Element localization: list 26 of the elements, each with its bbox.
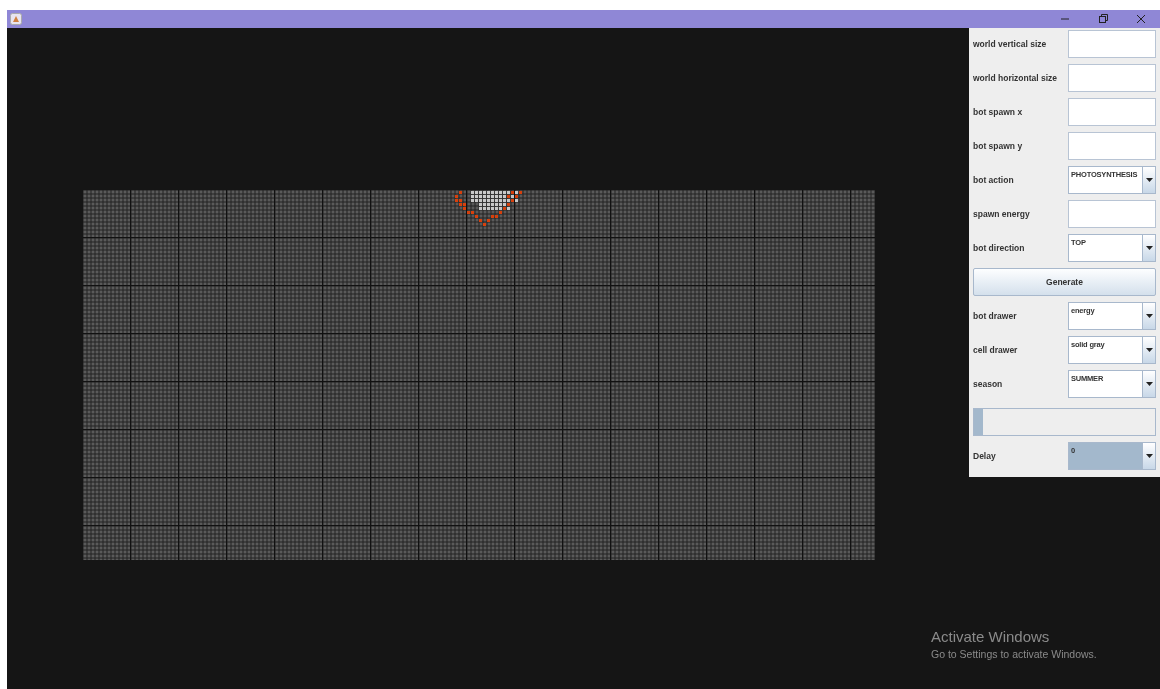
field-label: world vertical size (973, 39, 1047, 49)
caret-icon (1145, 314, 1153, 318)
caret-icon (1145, 178, 1153, 182)
field-label: spawn energy (973, 209, 1030, 219)
input-field[interactable] (1068, 98, 1156, 126)
field-label: bot drawer (973, 311, 1017, 321)
activation-title: Activate Windows (931, 628, 1051, 645)
input-field[interactable] (1068, 64, 1156, 92)
field-label: season (973, 379, 1003, 389)
field-label: Delay (973, 451, 996, 461)
field-label: bot action (973, 175, 1014, 185)
app-icon (10, 13, 22, 25)
caret-icon (1145, 454, 1153, 458)
input-field[interactable] (1068, 132, 1156, 160)
field-label: bot direction (973, 243, 1025, 253)
field-label: cell drawer (973, 345, 1018, 355)
activation-text: Go to Settings to activate Windows. (931, 648, 1097, 660)
input-field[interactable] (1068, 200, 1156, 228)
field-label: world horizontal size (973, 73, 1058, 83)
caret-icon (1145, 382, 1153, 386)
caret-icon (1145, 246, 1153, 250)
input-field[interactable] (1068, 30, 1156, 58)
generate-button[interactable]: Generate (973, 268, 1156, 296)
caret-icon (1145, 348, 1153, 352)
field-label: bot spawn y (973, 141, 1023, 151)
field-label: bot spawn x (973, 107, 1023, 117)
